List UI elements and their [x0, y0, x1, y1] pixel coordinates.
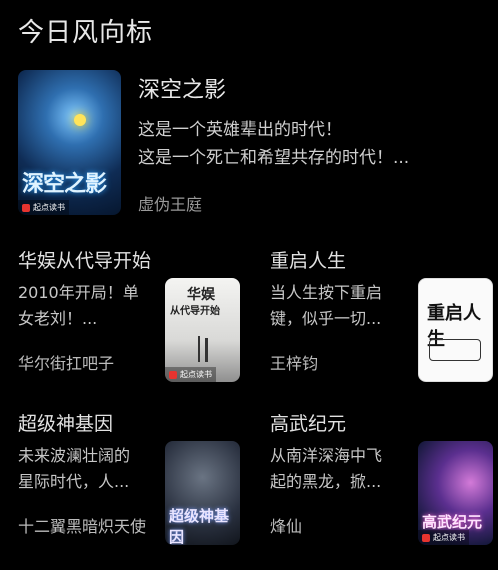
book-cover[interactable]: 华娱 从代导开始 起点读书 — [165, 278, 240, 382]
cover-art-title: 高武纪元 — [422, 513, 483, 531]
publisher-logo-icon — [422, 533, 430, 542]
book-author: 十二翼黑暗炽天使 — [18, 517, 147, 536]
publisher-tag: 起点读书 — [165, 367, 216, 382]
cover-art-title: 深空之影 — [22, 172, 107, 197]
book-author: 烽仙 — [270, 517, 303, 536]
book-title[interactable]: 华娱从代导开始 — [18, 246, 151, 273]
book-title[interactable]: 高武纪元 — [270, 409, 346, 436]
featured-book-author: 虚伪王庭 — [138, 195, 203, 214]
featured-book-description: 这是一个英雄辈出的时代！ 这是一个死亡和希望共存的时代！... — [138, 120, 410, 168]
book-description: 未来波澜壮阔的 星际时代，人... — [18, 446, 131, 491]
book-title[interactable]: 超级神基因 — [18, 409, 113, 436]
book-cover[interactable]: 高武纪元 起点读书 — [418, 441, 493, 545]
book-author: 王梓钧 — [270, 354, 319, 373]
figure-art — [198, 336, 200, 362]
publisher-tag: 起点读书 — [18, 200, 69, 215]
book-cover[interactable]: 重启人生 — [418, 278, 493, 382]
featured-book-title[interactable]: 深空之影 — [138, 72, 226, 104]
figure-art — [205, 338, 208, 362]
book-cover[interactable]: 超级神基因 — [165, 441, 240, 545]
publisher-logo-icon — [22, 203, 30, 212]
featured-book-cover[interactable]: 深空之影 起点读书 — [18, 70, 121, 215]
book-author: 华尔街扛吧子 — [18, 354, 115, 373]
book-description: 当人生按下重启 键，似乎一切... — [270, 283, 383, 328]
cover-art-title: 超级神基因 — [169, 507, 230, 545]
book-description: 2010年开局！单 女老刘！... — [18, 283, 139, 328]
creature-eye-art — [74, 114, 86, 126]
cover-art-title: 华娱 — [187, 287, 215, 303]
book-description: 从南洋深海中飞 起的黑龙，掀... — [270, 446, 383, 491]
section-title: 今日风向标 — [18, 18, 154, 48]
book-title[interactable]: 重启人生 — [270, 246, 346, 273]
publisher-tag: 起点读书 — [418, 530, 469, 545]
bus-sketch-art — [429, 339, 481, 361]
cover-art-subtitle: 从代导开始 — [170, 306, 220, 317]
publisher-logo-icon — [169, 370, 177, 379]
